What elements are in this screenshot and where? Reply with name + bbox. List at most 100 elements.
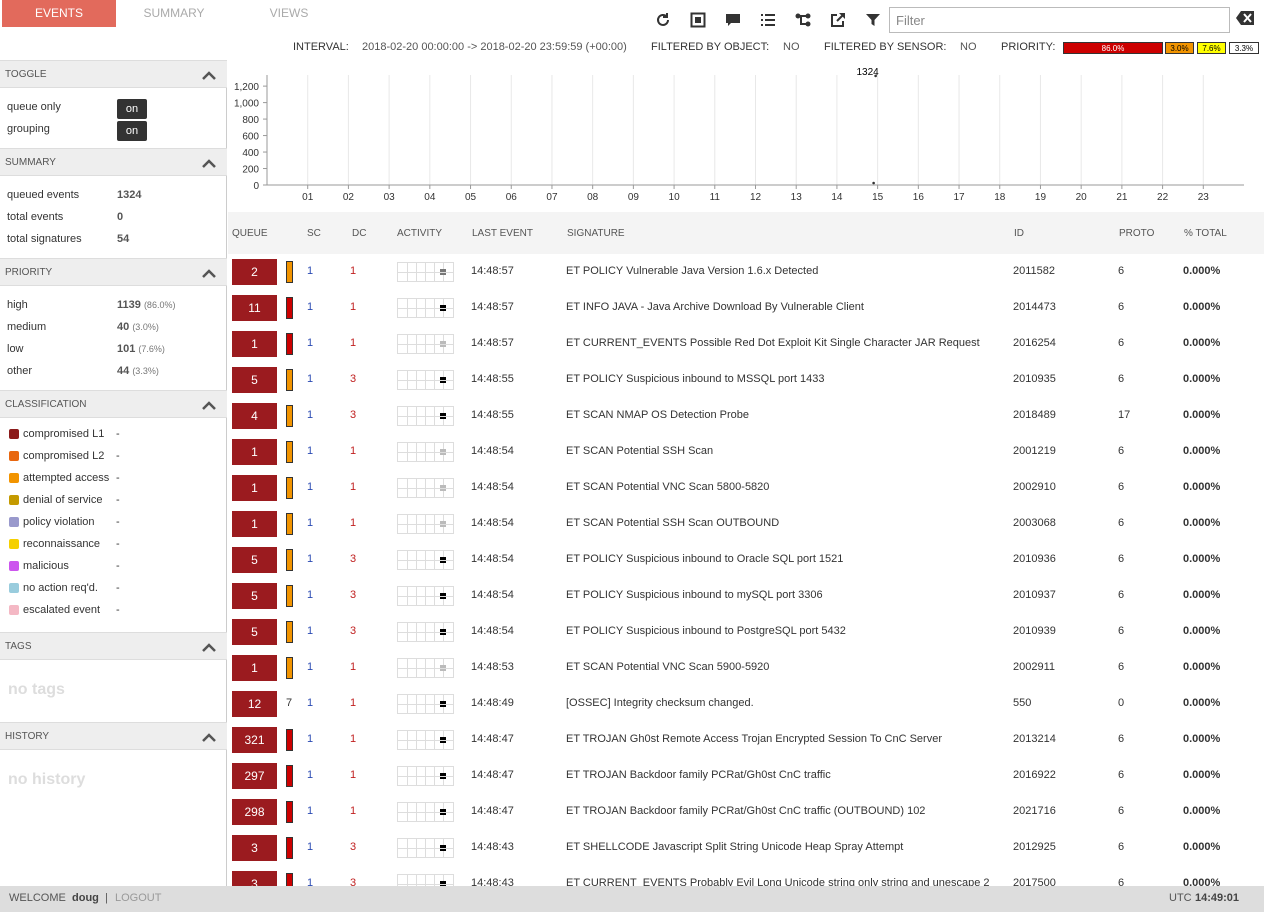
col-activity[interactable]: ACTIVITY	[397, 228, 442, 239]
signature-text[interactable]: ET POLICY Suspicious inbound to PostgreS…	[566, 625, 846, 637]
signature-text[interactable]: ET POLICY Suspicious inbound to Oracle S…	[566, 553, 843, 565]
signature-id[interactable]: 2012925	[1013, 841, 1056, 853]
source-count-link[interactable]: 1	[307, 625, 313, 637]
queue-count-button[interactable]: 1	[232, 475, 277, 501]
table-row[interactable]: 297 1 1 14:48:47 ET TROJAN Backdoor family P…	[228, 758, 1264, 794]
signature-id[interactable]: 2010936	[1013, 553, 1056, 565]
source-count-link[interactable]: 1	[307, 733, 313, 745]
destination-count-link[interactable]: 3	[350, 409, 356, 421]
signature-id[interactable]: 2010935	[1013, 373, 1056, 385]
queue-count-button[interactable]: 12	[232, 691, 277, 717]
destination-count-link[interactable]: 1	[350, 337, 356, 349]
source-count-link[interactable]: 1	[307, 877, 313, 886]
source-count-link[interactable]: 1	[307, 481, 313, 493]
destination-count-link[interactable]: 3	[350, 553, 356, 565]
destination-count-link[interactable]: 1	[350, 661, 356, 673]
signature-id[interactable]: 2018489	[1013, 409, 1056, 421]
table-row[interactable]: 5 1 3 14:48:54 ET POLICY Suspicious inbound …	[228, 578, 1264, 614]
queue-count-button[interactable]: 5	[232, 619, 277, 645]
destination-count-link[interactable]: 1	[350, 769, 356, 781]
table-row[interactable]: 2 1 1 14:48:57 ET POLICY Vulnerable Java Ver…	[228, 254, 1264, 290]
destination-count-link[interactable]: 1	[350, 445, 356, 457]
comment-icon[interactable]	[715, 8, 750, 32]
source-count-link[interactable]: 1	[307, 805, 313, 817]
interval-value[interactable]: 2018-02-20 00:00:00 -> 2018-02-20 23:59:…	[362, 41, 627, 53]
signature-id[interactable]: 2011582	[1013, 265, 1055, 277]
table-row[interactable]: 1 1 1 14:48:54 ET SCAN Potential SSH Scan 200…	[228, 434, 1264, 470]
queue-count-button[interactable]: 4	[232, 403, 277, 429]
source-count-link[interactable]: 1	[307, 373, 313, 385]
signature-id[interactable]: 550	[1013, 697, 1031, 709]
source-count-link[interactable]: 1	[307, 301, 313, 313]
table-row[interactable]: 5 1 3 14:48:54 ET POLICY Suspicious inbound …	[228, 614, 1264, 650]
table-row[interactable]: 3 1 3 14:48:43 ET SHELLCODE Javascript Split…	[228, 830, 1264, 866]
source-count-link[interactable]: 1	[307, 337, 313, 349]
source-count-link[interactable]: 1	[307, 553, 313, 565]
signature-id[interactable]: 2010939	[1013, 625, 1056, 637]
signature-text[interactable]: ET SCAN Potential VNC Scan 5900-5920	[566, 661, 769, 673]
signature-text[interactable]: [OSSEC] Integrity checksum changed.	[566, 697, 754, 709]
table-row[interactable]: 5 1 3 14:48:55 ET POLICY Suspicious inbound …	[228, 362, 1264, 398]
table-row[interactable]: 4 1 3 14:48:55 ET SCAN NMAP OS Detection Pro…	[228, 398, 1264, 434]
queue-count-button[interactable]: 1	[232, 655, 277, 681]
destination-count-link[interactable]: 1	[350, 301, 356, 313]
tab-views[interactable]: VIEWS	[232, 0, 346, 27]
priority-bar-other[interactable]: 3.3%	[1229, 42, 1259, 54]
col-queue[interactable]: QUEUE	[232, 228, 268, 239]
signature-id[interactable]: 2017500	[1013, 877, 1056, 886]
table-row[interactable]: 5 1 3 14:48:54 ET POLICY Suspicious inbound …	[228, 542, 1264, 578]
table-row[interactable]: 298 1 1 14:48:47 ET TROJAN Backdoor family P…	[228, 794, 1264, 830]
table-row[interactable]: 1 1 1 14:48:53 ET SCAN Potential VNC Scan 59…	[228, 650, 1264, 686]
destination-count-link[interactable]: 1	[350, 265, 356, 277]
priority-bar-high[interactable]: 86.0%	[1063, 42, 1163, 54]
col-last-event[interactable]: LAST EVENT	[472, 228, 533, 239]
signature-text[interactable]: ET SCAN Potential VNC Scan 5800-5820	[566, 481, 769, 493]
signature-text[interactable]: ET INFO JAVA - Java Archive Download By …	[566, 301, 864, 313]
toggle-section-header[interactable]: TOGGLE	[0, 60, 227, 88]
queue-count-button[interactable]: 5	[232, 547, 277, 573]
source-count-link[interactable]: 1	[307, 445, 313, 457]
queue-count-button[interactable]: 1	[232, 439, 277, 465]
filter-icon[interactable]	[855, 8, 890, 32]
queue-count-button[interactable]: 5	[232, 583, 277, 609]
table-row[interactable]: 1 1 1 14:48:57 ET CURRENT_EVENTS Possible Re…	[228, 326, 1264, 362]
queue-count-button[interactable]: 11	[232, 295, 277, 321]
table-row[interactable]: 11 1 1 14:48:57 ET INFO JAVA - Java Archive …	[228, 290, 1264, 326]
list-icon[interactable]	[750, 8, 785, 32]
grouping-toggle[interactable]: on	[117, 121, 147, 141]
source-count-link[interactable]: 1	[307, 769, 313, 781]
destination-count-link[interactable]: 1	[350, 481, 356, 493]
table-row[interactable]: 1 1 1 14:48:54 ET SCAN Potential SSH Scan OU…	[228, 506, 1264, 542]
signature-text[interactable]: ET POLICY Vulnerable Java Version 1.6.x …	[566, 265, 818, 277]
filter-input[interactable]	[889, 7, 1230, 33]
col-proto[interactable]: PROTO	[1119, 228, 1154, 239]
destination-count-link[interactable]: 1	[350, 805, 356, 817]
chevron-up-icon[interactable]	[201, 157, 217, 172]
priority-bar-medium[interactable]: 3.0%	[1165, 42, 1194, 54]
col-percent-total[interactable]: % TOTAL	[1184, 228, 1227, 239]
external-link-icon[interactable]	[820, 8, 855, 32]
col-signature[interactable]: SIGNATURE	[567, 228, 625, 239]
table-row[interactable]: 12 7 1 1 14:48:49 [OSSEC] Integrity checksum …	[228, 686, 1264, 722]
signature-id[interactable]: 2016254	[1013, 337, 1056, 349]
signature-id[interactable]: 2002911	[1013, 661, 1055, 673]
signature-id[interactable]: 2021716	[1013, 805, 1056, 817]
signature-text[interactable]: ET CURRENT_EVENTS Probably Evil Long Uni…	[566, 877, 990, 886]
chevron-up-icon[interactable]	[201, 69, 217, 84]
signature-text[interactable]: ET POLICY Suspicious inbound to mySQL po…	[566, 589, 823, 601]
table-row[interactable]: 321 1 1 14:48:47 ET TROJAN Gh0st Remote Acce…	[228, 722, 1264, 758]
fullscreen-icon[interactable]	[680, 8, 715, 32]
source-count-link[interactable]: 1	[307, 265, 313, 277]
destination-count-link[interactable]: 1	[350, 733, 356, 745]
priority-bar-low[interactable]: 7.6%	[1197, 42, 1226, 54]
signature-id[interactable]: 2002910	[1013, 481, 1056, 493]
clear-filter-icon[interactable]	[1236, 11, 1254, 28]
signature-text[interactable]: ET SHELLCODE Javascript Split String Uni…	[566, 841, 903, 853]
destination-count-link[interactable]: 3	[350, 877, 356, 886]
queue-count-button[interactable]: 321	[232, 727, 277, 753]
summary-section-header[interactable]: SUMMARY	[0, 148, 227, 176]
source-count-link[interactable]: 1	[307, 517, 313, 529]
destination-count-link[interactable]: 3	[350, 373, 356, 385]
queue-count-button[interactable]: 297	[232, 763, 277, 789]
table-row[interactable]: 3 1 3 14:48:43 ET CURRENT_EVENTS Probably Ev…	[228, 866, 1264, 886]
